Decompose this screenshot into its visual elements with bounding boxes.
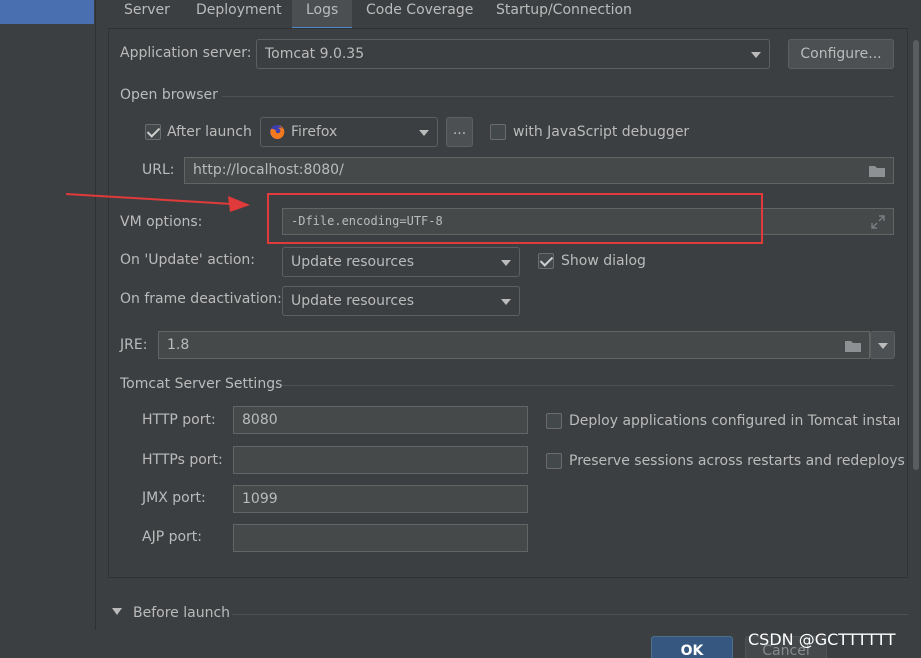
firefox-icon	[270, 124, 285, 139]
tomcat-settings-separator	[282, 385, 894, 386]
show-dialog-checkbox[interactable]	[538, 253, 554, 269]
jre-dropdown-button[interactable]	[870, 331, 895, 359]
before-launch-title[interactable]: Before launch	[133, 605, 230, 621]
https-port-input[interactable]	[233, 446, 528, 474]
chevron-down-icon	[878, 343, 888, 349]
annotation-arrow-icon	[65, 193, 250, 212]
on-frame-deactivation-label: On frame deactivation:	[120, 291, 282, 307]
expand-icon[interactable]	[871, 215, 885, 229]
csdn-watermark: CSDN @GCTTTTTT	[748, 630, 896, 649]
preserve-sessions-label: Preserve sessions across restarts and re…	[569, 453, 905, 469]
show-dialog-label: Show dialog	[561, 253, 646, 269]
ok-button[interactable]: OK	[651, 636, 733, 658]
tab-server[interactable]: Server	[110, 0, 184, 30]
deploy-applications-checkbox[interactable]	[546, 413, 562, 429]
http-port-input[interactable]: 8080	[233, 406, 528, 434]
tab-code-coverage[interactable]: Code Coverage	[352, 0, 487, 30]
http-port-label: HTTP port:	[142, 412, 216, 428]
scrollbar-thumb[interactable]	[913, 40, 919, 470]
application-server-value: Tomcat 9.0.35	[265, 46, 365, 62]
folder-icon[interactable]	[869, 165, 885, 177]
chevron-down-icon	[501, 299, 511, 305]
collapse-triangle-icon[interactable]	[112, 608, 122, 616]
jmx-port-input[interactable]: 1099	[233, 485, 528, 513]
jre-value: 1.8	[167, 337, 190, 353]
browser-value: Firefox	[291, 124, 338, 140]
tomcat-settings-title: Tomcat Server Settings	[120, 376, 283, 392]
run-config-tree	[0, 0, 96, 630]
preserve-sessions-checkbox[interactable]	[546, 453, 562, 469]
tab-logs[interactable]: Logs	[292, 0, 353, 30]
browser-select[interactable]: Firefox	[260, 117, 438, 147]
chevron-down-icon	[751, 52, 761, 58]
browser-more-button[interactable]: ...	[446, 117, 473, 147]
on-frame-deactivation-value: Update resources	[291, 293, 414, 309]
on-update-value: Update resources	[291, 254, 414, 270]
after-launch-checkbox[interactable]	[145, 124, 161, 140]
url-input[interactable]: http://localhost:8080/	[184, 157, 894, 184]
on-frame-deactivation-select[interactable]: Update resources	[282, 286, 520, 316]
tab-deployment[interactable]: Deployment	[182, 0, 296, 30]
configure-button[interactable]: Configure...	[788, 39, 894, 69]
on-update-label: On 'Update' action:	[120, 252, 256, 268]
application-server-label: Application server:	[120, 45, 252, 61]
application-server-select[interactable]: Tomcat 9.0.35	[256, 39, 770, 69]
folder-icon[interactable]	[845, 340, 861, 352]
javascript-debugger-checkbox[interactable]	[490, 124, 506, 140]
https-port-label: HTTPs port:	[142, 452, 223, 468]
deploy-applications-label: Deploy applications configured in Tomcat…	[569, 413, 899, 429]
url-value: http://localhost:8080/	[193, 162, 344, 178]
run-config-tree-selected-item[interactable]	[0, 0, 94, 24]
open-browser-separator	[222, 96, 894, 97]
tab-startup-connection[interactable]: Startup/Connection	[482, 0, 646, 30]
after-launch-label: After launch	[167, 124, 252, 140]
on-update-select[interactable]: Update resources	[282, 247, 520, 277]
url-label: URL:	[142, 162, 175, 178]
ajp-port-label: AJP port:	[142, 529, 203, 545]
vm-options-label: VM options:	[120, 214, 203, 230]
annotation-highlight-box	[267, 193, 763, 244]
jmx-port-label: JMX port:	[142, 490, 206, 506]
jre-input[interactable]: 1.8	[158, 331, 870, 359]
javascript-debugger-label: with JavaScript debugger	[513, 124, 690, 140]
ajp-port-input[interactable]	[233, 524, 528, 552]
chevron-down-icon	[501, 260, 511, 266]
open-browser-title: Open browser	[120, 87, 218, 103]
chevron-down-icon	[419, 130, 429, 136]
before-launch-separator	[232, 614, 908, 615]
jre-label: JRE:	[120, 337, 148, 353]
